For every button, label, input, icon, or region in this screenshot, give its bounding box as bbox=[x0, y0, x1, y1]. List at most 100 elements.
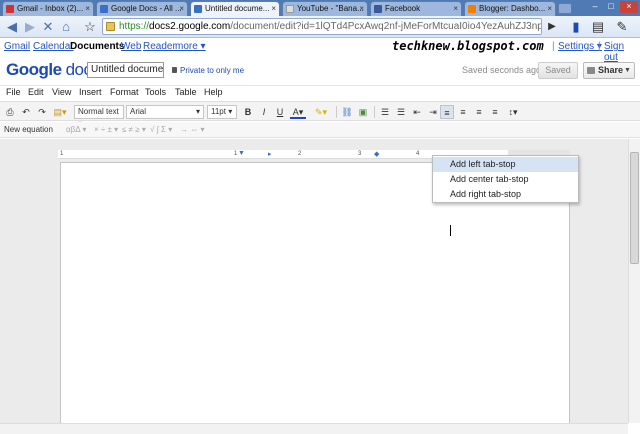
style-value: Normal text bbox=[78, 107, 119, 116]
arrows-dropdown[interactable]: → ⇔ ▾ bbox=[180, 125, 204, 134]
ruler-mark: 1 bbox=[234, 151, 238, 157]
browser-tab-youtube[interactable]: YouTube - "Bana... × bbox=[282, 1, 368, 16]
stop-reload-icon[interactable]: ✕ bbox=[40, 19, 56, 35]
menu-tools[interactable]: Tools bbox=[145, 87, 166, 97]
menu-table[interactable]: Table bbox=[175, 87, 197, 97]
indent-marker-icon[interactable]: ▼ bbox=[238, 150, 245, 157]
close-icon[interactable]: × bbox=[359, 2, 364, 16]
google-docs-logo[interactable]: Google docs bbox=[6, 60, 100, 80]
browser-tab-blogger[interactable]: Blogger: Dashbo... × bbox=[464, 1, 556, 16]
italic-button[interactable]: I bbox=[258, 105, 270, 119]
underline-button[interactable]: U bbox=[274, 105, 286, 119]
menu-format[interactable]: Format bbox=[110, 87, 139, 97]
bookmark-star-icon[interactable]: ☆ bbox=[82, 19, 98, 35]
math-operations-dropdown[interactable]: √ ∫ Σ ▾ bbox=[150, 125, 172, 134]
toolbar-separator bbox=[336, 106, 337, 118]
menu-file[interactable]: File bbox=[6, 87, 21, 97]
highlight-color-icon[interactable]: ✎▾ bbox=[312, 105, 330, 119]
formatting-toolbar: ⎙ ↶ ↷ ▤▾ Normal text ▾ Arial ▾ 11pt ▾ B I… bbox=[0, 101, 640, 128]
wrench-icon[interactable]: ✎ bbox=[614, 19, 630, 35]
saved-button[interactable]: Saved bbox=[538, 62, 578, 79]
print-icon[interactable]: ⎙ bbox=[4, 105, 16, 119]
gbar-link-web[interactable]: Web bbox=[121, 41, 141, 52]
forward-icon[interactable]: ▶ bbox=[22, 19, 38, 35]
share-button[interactable]: Share ▼ bbox=[583, 62, 635, 79]
page-action-icon[interactable]: ▶ bbox=[544, 19, 560, 35]
link-icon[interactable]: ⛓ bbox=[340, 105, 354, 119]
address-bar[interactable]: https://docs2.google.com/document/edit?i… bbox=[102, 18, 542, 35]
minimize-icon[interactable]: – bbox=[588, 1, 602, 13]
bold-button[interactable]: B bbox=[242, 105, 254, 119]
page-icon bbox=[286, 5, 294, 13]
numbered-list-icon[interactable]: ☰ bbox=[378, 105, 392, 119]
redo-icon[interactable]: ↷ bbox=[36, 105, 48, 119]
page-menu-icon[interactable]: ▤ bbox=[590, 19, 606, 35]
menu-item-add-left-tab-stop[interactable]: Add left tab-stop bbox=[433, 157, 578, 172]
ruler-mark: 4 bbox=[416, 151, 420, 157]
text-color-button[interactable]: A▾ bbox=[290, 105, 306, 119]
browser-tab-facebook[interactable]: Facebook × bbox=[370, 1, 462, 16]
extension-icon[interactable]: ▮ bbox=[568, 19, 584, 35]
align-right-icon[interactable]: ≡ bbox=[472, 105, 486, 119]
font-dropdown[interactable]: Arial ▾ bbox=[126, 105, 204, 119]
facebook-icon bbox=[374, 5, 382, 13]
document-title[interactable]: Untitled document bbox=[87, 62, 164, 78]
gbar-link-more[interactable]: more ▾ bbox=[175, 41, 206, 52]
browser-tab-untitled-document[interactable]: Untitled docume... × bbox=[190, 1, 280, 16]
browser-tab-gmail[interactable]: Gmail - Inbox (2)... × bbox=[2, 1, 94, 16]
menu-help[interactable]: Help bbox=[204, 87, 223, 97]
increase-indent-icon[interactable]: ⇥ bbox=[426, 105, 440, 119]
greek-letters-dropdown[interactable]: αβΔ ▾ bbox=[66, 125, 86, 134]
line-spacing-icon[interactable]: ↕▾ bbox=[504, 105, 522, 119]
menu-edit[interactable]: Edit bbox=[28, 87, 44, 97]
close-icon[interactable]: × bbox=[547, 2, 552, 16]
menu-view[interactable]: View bbox=[52, 87, 71, 97]
menu-item-add-right-tab-stop[interactable]: Add right tab-stop bbox=[433, 187, 578, 202]
align-center-icon[interactable]: ≡ bbox=[456, 105, 470, 119]
gbar-link-calendar[interactable]: Calendar bbox=[33, 41, 74, 52]
align-left-icon[interactable]: ≡ bbox=[440, 105, 454, 119]
sharing-status[interactable]: Private to only me bbox=[172, 66, 244, 75]
browser-tab-strip: Gmail - Inbox (2)... × Google Docs - All… bbox=[0, 0, 640, 16]
gbar-link-gmail[interactable]: Gmail bbox=[4, 41, 30, 52]
new-tab-button[interactable] bbox=[558, 3, 572, 14]
tab-stop-icon[interactable]: ◆ bbox=[374, 150, 379, 158]
image-icon[interactable]: ▣ bbox=[356, 105, 370, 119]
paint-format-icon[interactable]: ▤▾ bbox=[52, 105, 68, 119]
tab-title: Google Docs - All ... bbox=[111, 4, 182, 13]
ruler-mark: 1 bbox=[60, 151, 64, 157]
style-dropdown[interactable]: Normal text ▾ bbox=[74, 105, 124, 128]
lock-icon bbox=[106, 22, 115, 31]
close-icon[interactable]: × bbox=[85, 2, 90, 16]
close-icon[interactable]: × bbox=[271, 2, 276, 16]
gmail-icon bbox=[6, 5, 14, 13]
vertical-scrollbar-thumb[interactable] bbox=[630, 152, 639, 264]
horizontal-scrollbar[interactable] bbox=[0, 423, 628, 434]
browser-toolbar: ◀ ▶ ✕ ⌂ ☆ https://docs2.google.com/docum… bbox=[0, 16, 640, 38]
close-icon[interactable]: × bbox=[179, 2, 184, 16]
close-icon[interactable]: × bbox=[453, 2, 458, 16]
new-equation-button[interactable]: New equation bbox=[4, 125, 53, 134]
menu-insert[interactable]: Insert bbox=[79, 87, 102, 97]
gbar-link-documents[interactable]: Documents bbox=[70, 41, 124, 52]
logo-google: Google bbox=[6, 60, 62, 79]
font-size-dropdown[interactable]: 11pt ▾ bbox=[207, 105, 237, 119]
window-close-icon[interactable]: × bbox=[620, 1, 638, 13]
maximize-icon[interactable]: □ bbox=[604, 1, 618, 13]
home-icon[interactable]: ⌂ bbox=[58, 19, 74, 35]
gbar-link-reader[interactable]: Reader bbox=[143, 41, 176, 52]
tab-stop-icon[interactable]: ▸ bbox=[268, 150, 272, 158]
docs-icon bbox=[100, 5, 108, 13]
chevron-down-icon: ▾ bbox=[195, 107, 200, 116]
undo-icon[interactable]: ↶ bbox=[20, 105, 32, 119]
relations-dropdown[interactable]: ≤ ≠ ≥ ▾ bbox=[122, 125, 146, 134]
back-icon[interactable]: ◀ bbox=[4, 19, 20, 35]
settings-link[interactable]: Settings ▾ bbox=[558, 41, 602, 52]
justify-icon[interactable]: ≡ bbox=[488, 105, 502, 119]
browser-tab-google-docs[interactable]: Google Docs - All ... × bbox=[96, 1, 188, 16]
bulleted-list-icon[interactable]: ☰ bbox=[394, 105, 408, 119]
menu-item-add-center-tab-stop[interactable]: Add center tab-stop bbox=[433, 172, 578, 187]
operators-dropdown[interactable]: × ÷ ± ▾ bbox=[94, 125, 118, 134]
decrease-indent-icon[interactable]: ⇤ bbox=[410, 105, 424, 119]
gbar-divider: | bbox=[598, 41, 601, 52]
